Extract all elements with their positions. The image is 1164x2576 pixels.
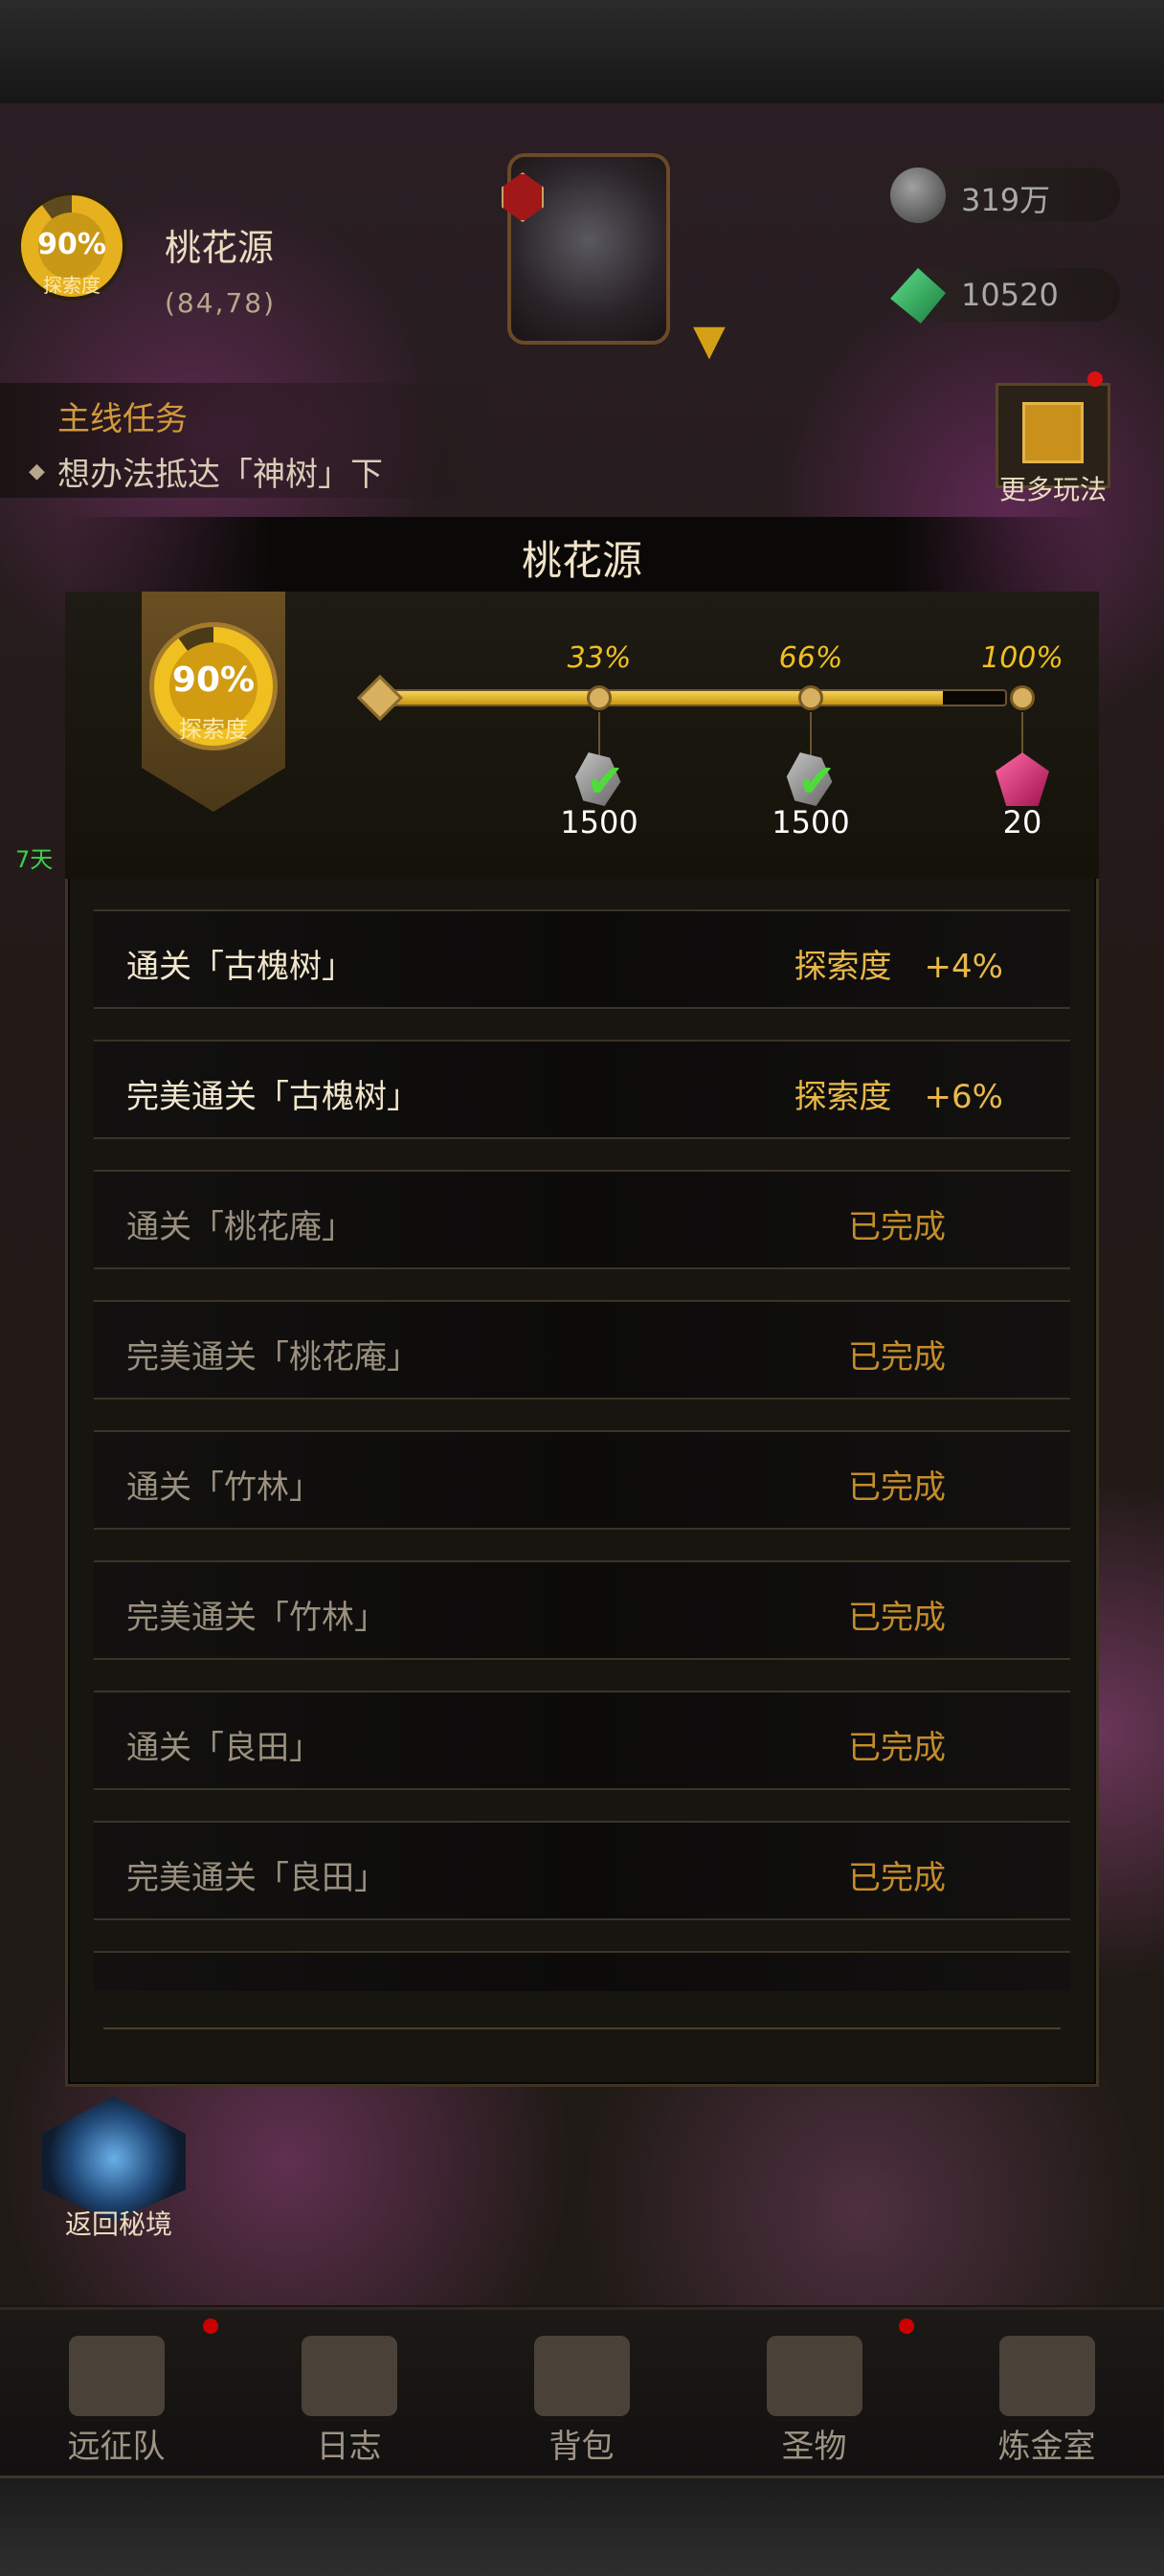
notification-dot [1087,371,1103,387]
notification-dot [899,2318,914,2334]
task-label: 完美通关「竹林」 [126,1599,387,1637]
task-status: 已完成 [848,1859,946,1897]
milestone-node [798,685,823,710]
stone-icon [890,168,946,223]
dialog-bottom-divider [103,2027,1061,2029]
task-row: 通关「竹林」 已完成 [94,1430,1070,1530]
task-row: 完美通关「古槐树」 探索度 +6% [94,1040,1070,1139]
milestone-connector [810,712,812,758]
task-row: 完美通关「竹林」 已完成 [94,1560,1070,1660]
checkmark-icon: ✔ [797,754,837,808]
milestone-node [587,685,612,710]
reward-amount: 20 [1002,804,1042,840]
map-marker-icon: ▼ [693,316,726,365]
milestone-node [1010,685,1035,710]
exploration-percent: 90% [37,228,106,261]
task-status: 已完成 [848,1468,946,1507]
task-row: 通关「良田」 已完成 [94,1691,1070,1790]
milestone-connector [1021,712,1023,758]
nav-label: 日志 [316,2428,382,2466]
nav-expedition-button[interactable]: 远征队 [0,2307,233,2475]
top-frame [0,0,1164,106]
milestone-percent: 33% [567,641,632,675]
helmet-icon [69,2336,165,2416]
task-status: 已完成 [848,1729,946,1767]
task-label: 通关「桑田」 [126,1982,322,1991]
task-label: 完美通关「古槐树」 [126,1078,419,1116]
task-row: 通关「桃花庵」 已完成 [94,1170,1070,1269]
task-row: 完美通关「桃花庵」 已完成 [94,1300,1070,1400]
bottom-frame [0,2475,1164,2576]
dialog-exploration-label: 探索度 [179,716,248,743]
location-coordinates: (84,78) [165,287,277,319]
location-name: 桃花源 [165,227,275,269]
task-list[interactable]: 通关「古槐树」 探索度 +4% 完美通关「古槐树」 探索度 +6% 通关「桃花庵」已… [94,909,1070,1991]
gift-icon [1022,402,1084,463]
milestone-connector [598,712,600,758]
nav-label: 圣物 [781,2428,847,2466]
diamond-bullet-icon: ◆ [29,459,45,483]
return-label[interactable]: 返回秘境 [33,2204,205,2242]
checkmark-icon: ✔ [586,754,625,808]
nav-backpack-button[interactable]: 背包 [465,2307,698,2475]
task-row: 完美通关「良田」 已完成 [94,1821,1070,1920]
quest-label: 主线任务 [57,400,188,438]
green-gem-amount: 10520 [961,277,1059,313]
task-label: 完美通关「良田」 [126,1859,387,1897]
exploration-progress-fill [385,691,943,705]
alchemy-icon [999,2336,1095,2416]
task-reward: 探索度 +4% [794,948,1003,986]
scroll-icon [302,2336,397,2416]
task-status: 已完成 [848,1208,946,1246]
task-row: 通关「古槐树」 探索度 +4% [94,909,1070,1009]
notification-dot [203,2318,218,2334]
reward-amount: 1500 [560,804,638,840]
task-status: 已完成 [848,1982,946,1991]
reward-amount: 1500 [772,804,850,840]
backpack-icon [534,2336,630,2416]
nav-relic-button[interactable]: 圣物 [698,2307,930,2475]
task-label: 通关「古槐树」 [126,948,354,986]
nav-label: 远征队 [67,2428,166,2466]
nav-log-button[interactable]: 日志 [233,2307,465,2475]
exploration-dialog: 桃花源 90% 探索度 33% 66% 100% ✔ 1500 ✔ 1500 2… [65,517,1099,2087]
dialog-title: 桃花源 [521,537,642,584]
task-row: 通关「桑田」 已完成 [94,1951,1070,1991]
milestone-percent: 100% [981,641,1063,675]
more-gameplay-label: 更多玩法 [998,474,1107,505]
dialog-exploration-percent: 90% [171,661,256,700]
task-label: 完美通关「桃花庵」 [126,1338,419,1377]
nav-label: 背包 [548,2428,615,2466]
milestone-percent: 66% [778,641,843,675]
task-label: 通关「竹林」 [126,1468,322,1507]
task-status: 已完成 [848,1599,946,1637]
exploration-label: 探索度 [43,274,101,297]
relic-icon [767,2336,862,2416]
stone-amount: 319万 [961,182,1051,218]
nav-alchemy-button[interactable]: 炼金室 [930,2307,1163,2475]
task-label: 通关「良田」 [126,1729,322,1767]
task-label: 通关「桃花庵」 [126,1208,354,1246]
side-event-label[interactable]: 7天 [15,840,53,874]
task-status: 已完成 [848,1338,946,1377]
task-reward: 探索度 +6% [794,1078,1003,1116]
nav-label: 炼金室 [997,2428,1096,2466]
quest-text[interactable]: 想办法抵达「神树」下 [57,448,383,495]
